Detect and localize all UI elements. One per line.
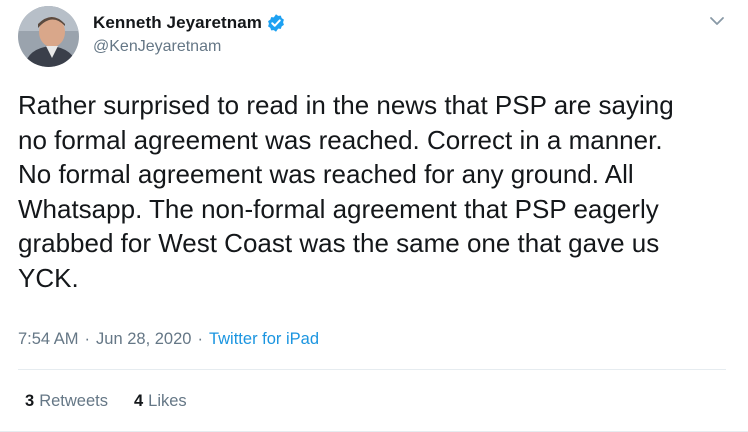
likes-stat[interactable]: 4 Likes bbox=[134, 392, 187, 411]
meta-separator: · bbox=[197, 330, 203, 348]
likes-count: 4 bbox=[133, 392, 144, 410]
verified-badge-icon bbox=[266, 13, 286, 33]
likes-label: Likes bbox=[148, 392, 187, 410]
profile-photo-icon bbox=[18, 6, 79, 67]
meta-separator: · bbox=[84, 330, 91, 348]
tweet-source-link[interactable]: Twitter for iPad bbox=[209, 330, 319, 349]
author-name-row[interactable]: Kenneth Jeyaretnam bbox=[93, 13, 286, 33]
tweet-text: Rather surprised to read in the news tha… bbox=[18, 90, 674, 293]
tweet-stats: 3 Retweets 4 Likes bbox=[25, 392, 213, 411]
tweet-meta: 7:54 AM · Jun 28, 2020 · Twitter for iPa… bbox=[18, 330, 319, 349]
retweets-count: 3 bbox=[25, 392, 35, 410]
author-avatar[interactable] bbox=[18, 6, 79, 67]
tweet-card: Kenneth Jeyaretnam @KenJeyaretnam Rather… bbox=[0, 0, 748, 432]
author-handle[interactable]: @KenJeyaretnam bbox=[93, 38, 221, 56]
tweet-time[interactable]: 7:54 AM bbox=[18, 330, 79, 349]
chevron-down-icon[interactable] bbox=[708, 14, 726, 28]
author-display-name[interactable]: Kenneth Jeyaretnam bbox=[93, 13, 262, 33]
tweet-date[interactable]: Jun 28, 2020 bbox=[96, 330, 191, 349]
retweets-label: Retweets bbox=[39, 392, 108, 410]
retweets-stat[interactable]: 3 Retweets bbox=[25, 392, 108, 411]
divider bbox=[18, 369, 726, 370]
